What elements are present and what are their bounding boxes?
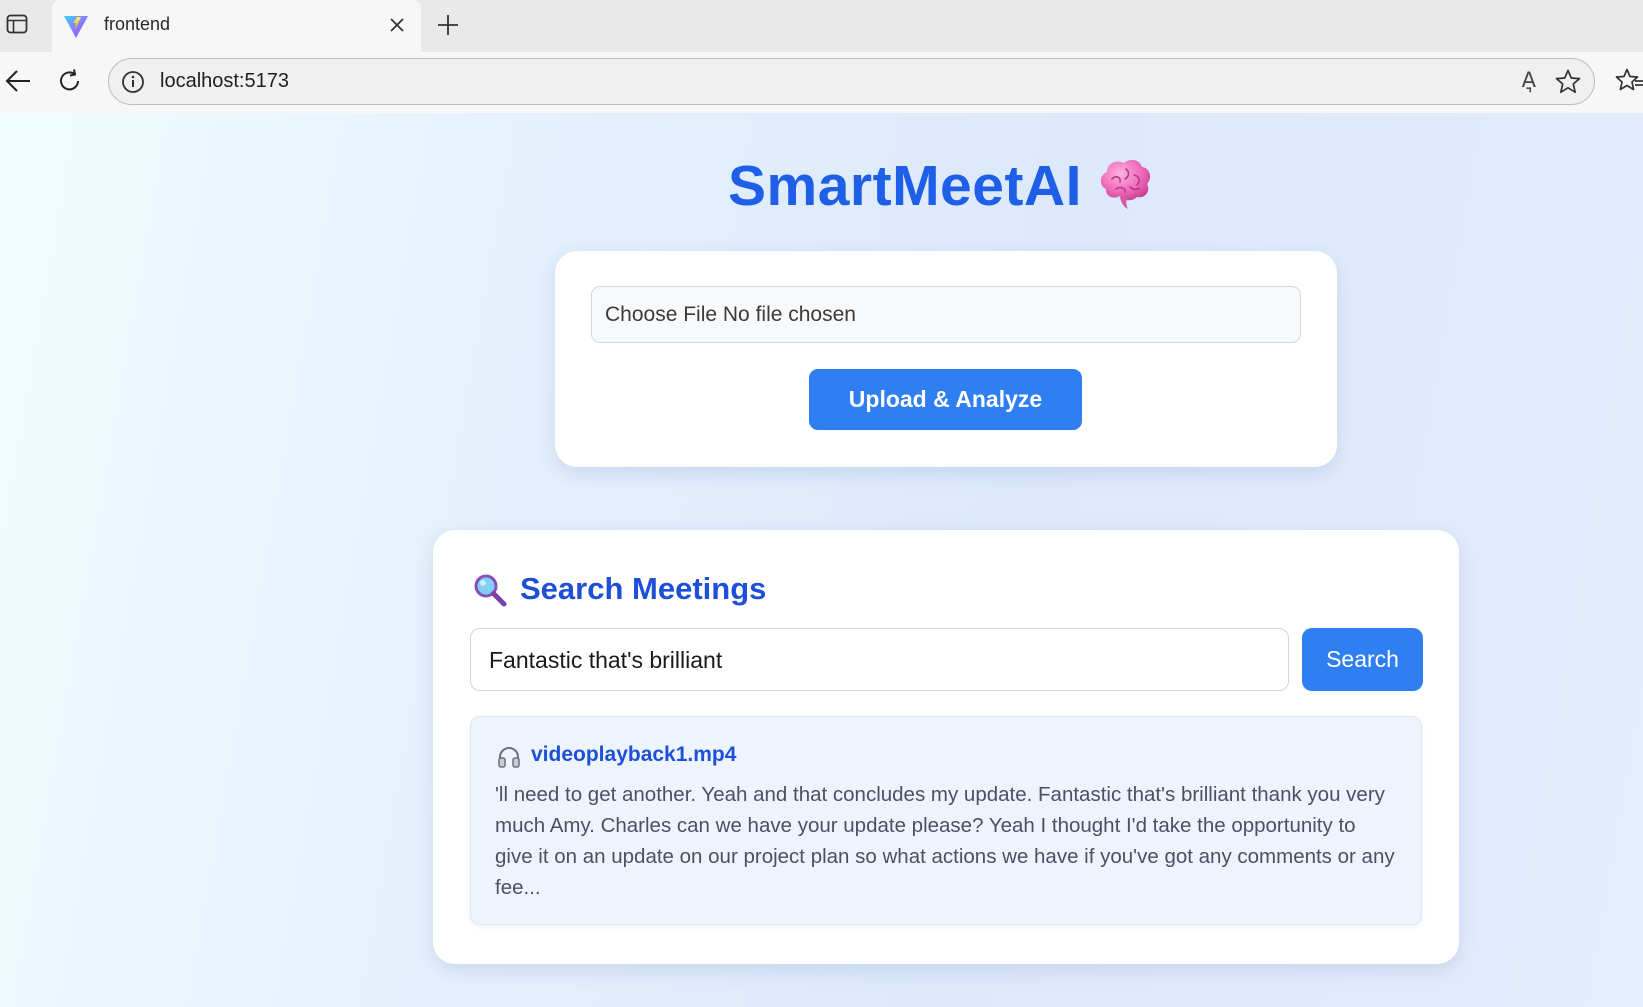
plus-icon[interactable] [434, 11, 462, 39]
browser-toolbar: localhost:5173 A͉ [0, 52, 1643, 113]
search-card: Search Meetings Fantastic that's brillia… [433, 530, 1459, 964]
search-button[interactable]: Search [1302, 628, 1423, 691]
search-heading: Search Meetings [520, 571, 767, 606]
file-input[interactable]: Choose File No file chosen [591, 286, 1301, 343]
vite-logo-icon [62, 12, 90, 40]
star-icon[interactable] [1554, 68, 1582, 96]
result-filename[interactable]: videoplayback1.mp4 [531, 743, 736, 767]
magnifier-icon [473, 573, 507, 607]
close-icon[interactable] [385, 13, 409, 37]
search-result-item[interactable]: videoplayback1.mp4 'll need to get anoth… [470, 716, 1422, 925]
sidebar-icon[interactable] [4, 11, 30, 37]
url-text[interactable]: localhost:5173 [160, 70, 289, 93]
browser-tab-bar: frontend [0, 0, 1643, 52]
upload-card: Choose File No file chosen Upload & Anal… [555, 251, 1337, 467]
read-aloud-icon[interactable]: A͉ [1522, 68, 1536, 92]
back-arrow-icon[interactable] [2, 65, 34, 97]
search-input[interactable]: Fantastic that's brilliant [470, 628, 1289, 691]
app-page: SmartMeetAI Choose File No file chosen U… [0, 113, 1643, 1007]
result-snippet: 'll need to get another. Yeah and that c… [495, 783, 1395, 899]
favorites-list-icon[interactable] [1615, 67, 1643, 95]
browser-tab[interactable]: frontend [52, 0, 421, 52]
app-title: SmartMeetAI [728, 154, 1082, 218]
brain-icon [1096, 155, 1154, 211]
tab-title: frontend [104, 14, 171, 34]
info-icon[interactable] [120, 69, 146, 95]
address-bar[interactable]: localhost:5173 A͉ [108, 58, 1595, 105]
upload-analyze-button[interactable]: Upload & Analyze [809, 369, 1082, 430]
refresh-icon[interactable] [54, 65, 86, 97]
headphone-icon [497, 745, 521, 769]
